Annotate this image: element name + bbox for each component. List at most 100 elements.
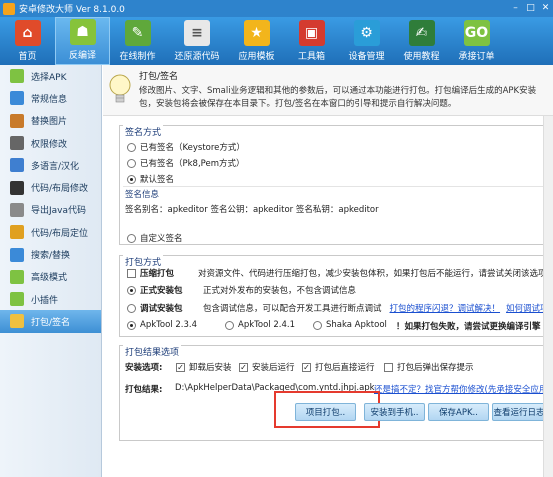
compress-checkbox[interactable] (127, 268, 136, 278)
toolbar-item-online-make[interactable]: ✎ 在线制作 (110, 17, 165, 65)
sidebar-item-package[interactable]: 打包/签名 (0, 310, 101, 333)
debug-radio[interactable] (127, 303, 136, 313)
toolbar-item-tutorial[interactable]: ✍ 使用教程 (394, 17, 449, 65)
apktool-234-label: ApkTool 2.3.4 (140, 320, 197, 330)
sign-info-text: 签名别名：apkeditor 签名公钥：apkeditor 签名私钥：apked… (125, 205, 379, 215)
page-description: 修改图片、文字、Smali业务逻辑和其他的参数后，可以通过本功能进行打包。打包编… (139, 86, 537, 109)
sign-pk8-radio[interactable] (127, 158, 136, 168)
close-icon[interactable]: ✕ (540, 3, 551, 14)
sign-custom-radio[interactable] (127, 233, 136, 243)
debug-option[interactable]: 调试安装包 包含调试信息，可以配合开发工具进行断点调试 打包的程序闪退？调试解决… (127, 302, 553, 314)
sidebar-item-label: 导出Java代码 (31, 206, 87, 217)
save-prompt-checkbox[interactable] (384, 362, 393, 372)
sidebar-item-info[interactable]: 常规信息 (0, 87, 101, 109)
sidebar-item-code-edit[interactable]: 代码/布局修改 (0, 176, 101, 198)
run-after-install-checkbox[interactable]: ✓ (239, 362, 248, 372)
toolbar-item-toolbox[interactable]: ▣ 工具箱 (284, 17, 339, 65)
debug-label: 调试安装包 (140, 304, 183, 314)
sidebar-item-plugin[interactable]: 小插件 (0, 288, 101, 310)
sign-method-title: 签名方式 (123, 125, 164, 138)
view-log-button[interactable]: 查看运行日志 (492, 403, 546, 421)
sign-keystore-option[interactable]: 已有签名（Keystore方式） (127, 141, 245, 153)
compress-label: 压缩打包 (140, 269, 175, 279)
sidebar-item-language[interactable]: 多语言/汉化 (0, 154, 101, 176)
title-bar: 安卓修改大师 Ver 8.1.0.0 – □ ✕ (0, 0, 553, 17)
vertical-scrollbar[interactable] (543, 116, 553, 477)
release-desc: 正式对外发布的安装包，不包含调试信息 (203, 286, 357, 296)
apktool-241-option[interactable]: ApkTool 2.4.1 (225, 320, 295, 330)
toolbar-item-android[interactable]: ☗ 反编译 (55, 17, 110, 65)
compress-desc: 对资源文件、代码进行压缩打包，减少安装包体积，如果打包后不能运行，请尝试关闭该选… (198, 269, 547, 279)
toolbar-item-device-manage[interactable]: ⚙ 设备管理 (339, 17, 394, 65)
sidebar-item-search[interactable]: 搜索/替换 (0, 243, 101, 265)
java-export-icon (10, 202, 24, 217)
permission-icon (10, 136, 24, 151)
toolbar-item-order[interactable]: GO 承接订单 (449, 17, 504, 65)
save-prompt-label: 打包后弹出保存提示 (397, 363, 474, 373)
select-apk-icon (10, 69, 24, 84)
sidebar-item-advanced[interactable]: 高级模式 (0, 266, 101, 288)
shaka-apktool-option[interactable]: Shaka Apktool (313, 320, 387, 330)
release-radio[interactable] (127, 285, 136, 295)
apktool-234-option[interactable]: ApkTool 2.3.4 (127, 320, 197, 330)
online-make-icon: ✎ (124, 20, 151, 46)
sidebar-item-java-export[interactable]: 导出Java代码 (0, 199, 101, 221)
sidebar-item-label: 选择APK (31, 72, 67, 83)
advanced-icon (10, 269, 24, 284)
toolbar-item-template[interactable]: ★ 应用模板 (229, 17, 284, 65)
run-after-pack-checkbox[interactable]: ✓ (302, 362, 311, 372)
sign-keystore-radio[interactable] (127, 142, 136, 152)
sidebar-item-image[interactable]: 替换图片 (0, 110, 101, 132)
sidebar-item-select-apk[interactable]: 选择APK (0, 65, 101, 87)
release-label: 正式安装包 (140, 286, 183, 296)
sign-pk8-option[interactable]: 已有签名（Pk8,Pem方式） (127, 157, 245, 169)
source-code-icon: ≡ (184, 20, 210, 46)
uninstall-then-install-label: 卸载后安装 (189, 363, 232, 373)
sidebar-item-label: 替换图片 (31, 117, 68, 128)
run-after-pack-option[interactable]: ✓ 打包后直接运行 (302, 361, 375, 373)
sign-custom-option[interactable]: 自定义签名 (127, 232, 183, 244)
sign-default-option[interactable]: 默认签名 (127, 173, 174, 185)
apktool-241-radio[interactable] (225, 320, 234, 330)
save-apk-button[interactable]: 保存APK.. (428, 403, 489, 421)
apktool-241-label: ApkTool 2.4.1 (238, 320, 295, 330)
locate-icon (10, 225, 24, 240)
install-to-phone-button[interactable]: 安装到手机.. (364, 403, 425, 421)
sidebar-item-label: 代码/布局修改 (31, 184, 89, 195)
debug-desc: 包含调试信息，可以配合开发工具进行断点调试 (203, 304, 382, 314)
order-icon: GO (463, 20, 490, 46)
template-icon: ★ (243, 20, 270, 46)
sidebar-item-label: 权限修改 (31, 139, 68, 150)
search-icon (10, 247, 24, 262)
uninstall-then-install-option[interactable]: ✓ 卸载后安装 (176, 361, 232, 373)
engine-tip: ！如果打包失败，请尝试更换编译引擎 (396, 322, 541, 332)
toolbar-item-label: 使用教程 (403, 52, 440, 62)
shaka-apktool-radio[interactable] (313, 320, 322, 330)
maximize-icon[interactable]: □ (525, 3, 536, 14)
sidebar-item-locate[interactable]: 代码/布局定位 (0, 221, 101, 243)
compress-option[interactable]: 压缩打包 对资源文件、代码进行压缩打包，减少安装包体积，如果打包后不能运行，请尝… (127, 267, 547, 279)
toolbar-item-source-code[interactable]: ≡ 还原源代码 (165, 17, 229, 65)
official-help-link[interactable]: 还是搞不定？找官方帮你修改(先承接安全应用和游 (374, 383, 553, 395)
divider (123, 186, 549, 187)
info-icon (10, 91, 24, 106)
run-after-install-option[interactable]: ✓ 安装后运行 (239, 361, 295, 373)
shaka-apktool-label: Shaka Apktool (326, 320, 387, 330)
install-options-label: 安装选项: (125, 363, 163, 373)
sidebar-item-label: 打包/签名 (31, 317, 71, 328)
toolbar-item-home[interactable]: ⌂ 首页 (0, 17, 55, 65)
sidebar-item-label: 高级模式 (31, 273, 68, 284)
toolbox-icon: ▣ (298, 20, 325, 46)
apktool-234-radio[interactable] (127, 320, 136, 330)
page-header: 打包/签名 修改图片、文字、Smali业务逻辑和其他的参数后，可以通过本功能进行… (103, 65, 553, 116)
release-option[interactable]: 正式安装包 正式对外发布的安装包，不包含调试信息 (127, 284, 356, 296)
run-after-pack-label: 打包后直接运行 (315, 363, 375, 373)
save-prompt-option[interactable]: 打包后弹出保存提示 (384, 361, 474, 373)
sidebar-item-label: 多语言/汉化 (31, 161, 80, 172)
debug-crash-link[interactable]: 打包的程序闪退？调试解决！ (390, 302, 501, 314)
sidebar-item-permission[interactable]: 权限修改 (0, 132, 101, 154)
minimize-icon[interactable]: – (510, 3, 521, 14)
sign-default-radio[interactable] (127, 174, 136, 184)
uninstall-then-install-checkbox[interactable]: ✓ (176, 362, 185, 372)
toolbar-item-label: 工具箱 (297, 52, 325, 62)
